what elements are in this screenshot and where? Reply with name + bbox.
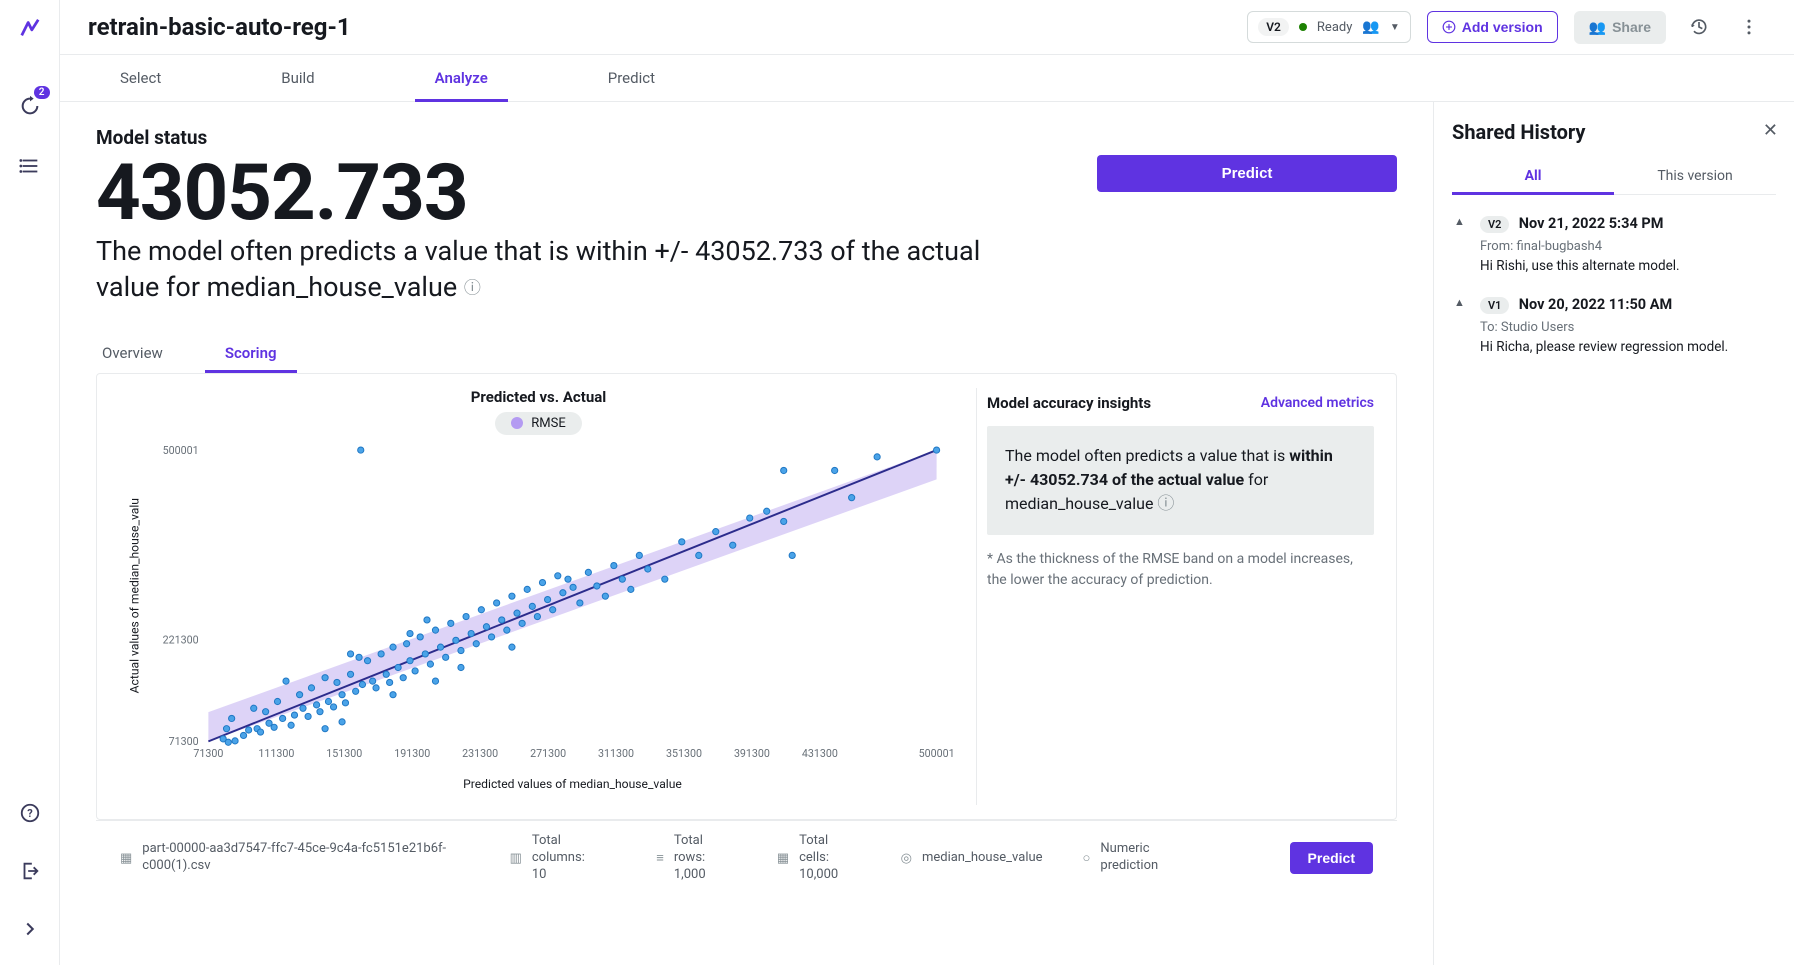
history-item: ▲ V2 Nov 21, 2022 5:34 PM From: final-bu… <box>1452 209 1776 290</box>
svg-text:500001: 500001 <box>919 747 955 760</box>
insights-heading: Model accuracy insights <box>987 394 1151 412</box>
history-from: From: final-bugbash4 <box>1480 239 1776 254</box>
cells-icon: ▦ <box>777 851 789 866</box>
side-tabs: All This version <box>1452 158 1776 195</box>
svg-text:231300: 231300 <box>462 747 498 760</box>
tab-select[interactable]: Select <box>100 55 181 101</box>
chevron-up-icon[interactable]: ▲ <box>1454 296 1465 309</box>
svg-text:Predicted values of median_hou: Predicted values of median_house_value <box>463 777 682 791</box>
chevron-up-icon[interactable]: ▲ <box>1454 215 1465 228</box>
history-icon[interactable] <box>1682 10 1716 44</box>
close-icon[interactable]: ✕ <box>1763 120 1778 141</box>
subtab-overview[interactable]: Overview <box>96 334 169 372</box>
list-icon[interactable] <box>14 150 46 182</box>
page-title: retrain-basic-auto-reg-1 <box>88 13 1231 41</box>
refresh-icon[interactable]: 2 <box>14 90 46 122</box>
model-metric-value: 43052.733 <box>96 155 996 233</box>
svg-text:Actual values of median_house_: Actual values of median_house_valu <box>127 498 141 693</box>
status-text: Ready <box>1317 20 1352 35</box>
history-version: V2 <box>1480 216 1509 233</box>
history-msg: Hi Richa, please review regression model… <box>1480 339 1776 355</box>
sidetab-all[interactable]: All <box>1452 158 1614 194</box>
footer-cells-label: Total cells: <box>799 833 829 865</box>
side-title: Shared History <box>1452 120 1776 144</box>
logo-icon[interactable] <box>14 12 46 44</box>
tab-predict[interactable]: Predict <box>588 55 675 101</box>
predict-button[interactable]: Predict <box>1097 155 1397 192</box>
add-version-label: Add version <box>1462 19 1543 35</box>
model-status-heading: Model status <box>96 126 1397 149</box>
version-selector[interactable]: V2 Ready 👥 ▼ <box>1247 11 1410 43</box>
tab-analyze[interactable]: Analyze <box>415 55 508 101</box>
columns-icon: ▥ <box>510 851 522 866</box>
history-item: ▲ V1 Nov 20, 2022 11:50 AM To: Studio Us… <box>1452 290 1776 371</box>
people-icon: 👥 <box>1362 19 1379 35</box>
svg-text:151300: 151300 <box>326 747 362 760</box>
subtab-scoring[interactable]: Scoring <box>219 334 283 372</box>
footer-filename: part-00000-aa3d7547-ffc7-45ce-9c4a-fc515… <box>142 841 469 875</box>
footer-ptype: Numeric prediction <box>1100 841 1209 875</box>
scatter-plot: 71300 111300 151300 191300 231300 271300 31130… <box>121 435 956 805</box>
svg-text:351300: 351300 <box>666 747 702 760</box>
type-icon: ○ <box>1083 850 1091 866</box>
file-icon: ▦ <box>120 851 132 866</box>
notification-badge: 2 <box>34 86 50 99</box>
insight-box: The model often predicts a value that is… <box>987 426 1374 536</box>
legend-label: RMSE <box>531 416 565 431</box>
analysis-subtabs: Overview Scoring <box>96 334 1397 373</box>
footer-target: median_house_value <box>922 850 1043 867</box>
footer-rows-label: Total rows: <box>674 833 705 865</box>
status-dot-icon <box>1299 23 1307 31</box>
footer-cols-label: Total columns: <box>532 833 585 865</box>
footer-predict-button[interactable]: Predict <box>1290 842 1373 874</box>
svg-text:431300: 431300 <box>802 747 838 760</box>
svg-text:221300: 221300 <box>163 633 199 646</box>
chart-panel: Predicted vs. Actual RMSE 71300 111300 151… <box>96 373 1397 820</box>
share-label: Share <box>1612 19 1651 35</box>
help-icon[interactable]: ? <box>14 797 46 829</box>
legend-dot-icon <box>511 417 523 429</box>
svg-text:311300: 311300 <box>598 747 634 760</box>
history-from: To: Studio Users <box>1480 320 1776 335</box>
rows-icon: ≡ <box>656 850 664 866</box>
footer-bar: ▦ part-00000-aa3d7547-ffc7-45ce-9c4a-fc5… <box>96 820 1397 896</box>
info-icon[interactable]: ⓘ <box>1157 494 1174 514</box>
footer-rows-val: 1,000 <box>674 867 706 882</box>
top-bar: retrain-basic-auto-reg-1 V2 Ready 👥 ▼ Ad… <box>60 0 1794 55</box>
more-icon[interactable] <box>1732 10 1766 44</box>
svg-text:111300: 111300 <box>258 747 294 760</box>
advanced-metrics-link[interactable]: Advanced metrics <box>1261 395 1374 411</box>
footer-cells-val: 10,000 <box>799 867 838 882</box>
footer-cols-val: 10 <box>532 867 547 882</box>
history-version: V1 <box>1480 297 1509 314</box>
svg-text:71300: 71300 <box>169 735 199 748</box>
main-tabs: Select Build Analyze Predict <box>60 55 1794 102</box>
history-date: Nov 20, 2022 11:50 AM <box>1519 296 1672 313</box>
version-label: V2 <box>1258 18 1289 36</box>
svg-text:500001: 500001 <box>163 444 199 457</box>
sidetab-this-version[interactable]: This version <box>1614 158 1776 194</box>
info-icon[interactable]: ⓘ <box>464 279 481 299</box>
svg-text:271300: 271300 <box>530 747 566 760</box>
svg-text:191300: 191300 <box>394 747 430 760</box>
history-msg: Hi Rishi, use this alternate model. <box>1480 258 1776 274</box>
svg-text:391300: 391300 <box>734 747 770 760</box>
share-button: 👥 Share <box>1574 11 1666 44</box>
chart-title: Predicted vs. Actual <box>121 388 956 406</box>
history-date: Nov 21, 2022 5:34 PM <box>1519 215 1664 232</box>
tab-build[interactable]: Build <box>261 55 334 101</box>
insight-footnote: * As the thickness of the RMSE band on a… <box>987 549 1374 590</box>
add-version-button[interactable]: Add version <box>1427 11 1558 43</box>
model-status-description: The model often predicts a value that is… <box>96 233 996 306</box>
chevron-down-icon: ▼ <box>1390 22 1400 33</box>
left-nav-rail: 2 ? <box>0 0 60 965</box>
legend-rmse[interactable]: RMSE <box>495 412 581 435</box>
side-panel: ✕ Shared History All This version ▲ V2 N… <box>1434 102 1794 965</box>
svg-text:?: ? <box>27 807 33 820</box>
people-icon: 👥 <box>1589 19 1606 36</box>
logout-icon[interactable] <box>14 855 46 887</box>
svg-text:71300: 71300 <box>193 747 223 760</box>
target-icon: ◎ <box>901 851 912 866</box>
expand-icon[interactable] <box>14 913 46 945</box>
